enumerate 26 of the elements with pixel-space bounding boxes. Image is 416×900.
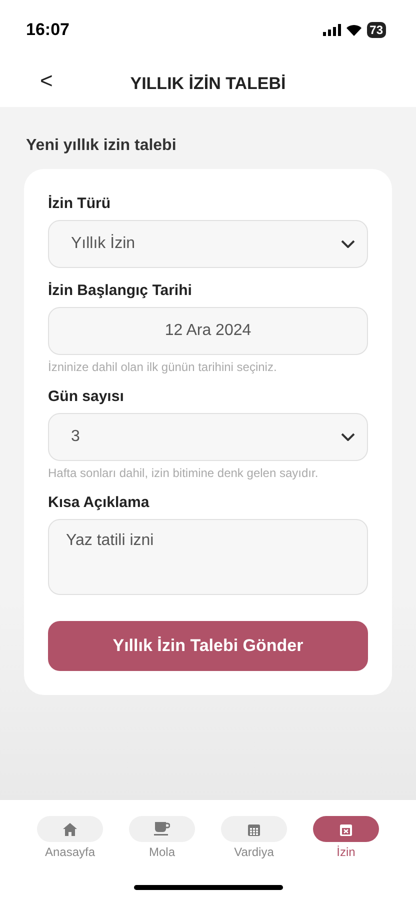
calendar-x-icon (340, 822, 352, 836)
dropdown-field[interactable]: Yıllık İzin (48, 220, 368, 268)
chevron-down-icon (341, 240, 355, 248)
text-area[interactable]: Yaz tatili izni (48, 519, 368, 595)
field-label: İzin Türü (48, 195, 112, 212)
cup-icon (154, 822, 170, 836)
status-time: 16:07 (26, 20, 70, 40)
field-hint: Hafta sonları dahil, izin bitimine denk gelen sayıdır. (48, 466, 320, 480)
nav-tab[interactable]: Anasayfa (37, 816, 103, 900)
nav-tab[interactable]: İzin (313, 816, 379, 900)
date-field[interactable]: 12 Ara 2024 (48, 307, 368, 355)
signal-icon (322, 24, 341, 36)
back-button[interactable]: < (36, 68, 57, 94)
field-label: Gün sayısı (48, 388, 125, 405)
calendar-icon (248, 822, 260, 836)
dropdown-field[interactable]: 3 (48, 413, 368, 461)
home-icon (63, 822, 77, 836)
section-title: Yeni yıllık izin talebi (26, 137, 178, 155)
submit-button[interactable]: Yıllık İzin Talebi Gönder (48, 621, 368, 671)
wifi-icon (346, 24, 362, 36)
battery-level: 73 (366, 22, 386, 38)
chevron-down-icon (341, 433, 355, 441)
field-label: İzin Başlangıç Tarihi (48, 282, 193, 299)
field-label: Kısa Açıklama (48, 494, 150, 511)
field-hint: İzninize dahil olan ilk günün tarihini seçiniz. (48, 360, 278, 374)
page-title: YILLIK İZİN TALEBİ (130, 74, 286, 94)
